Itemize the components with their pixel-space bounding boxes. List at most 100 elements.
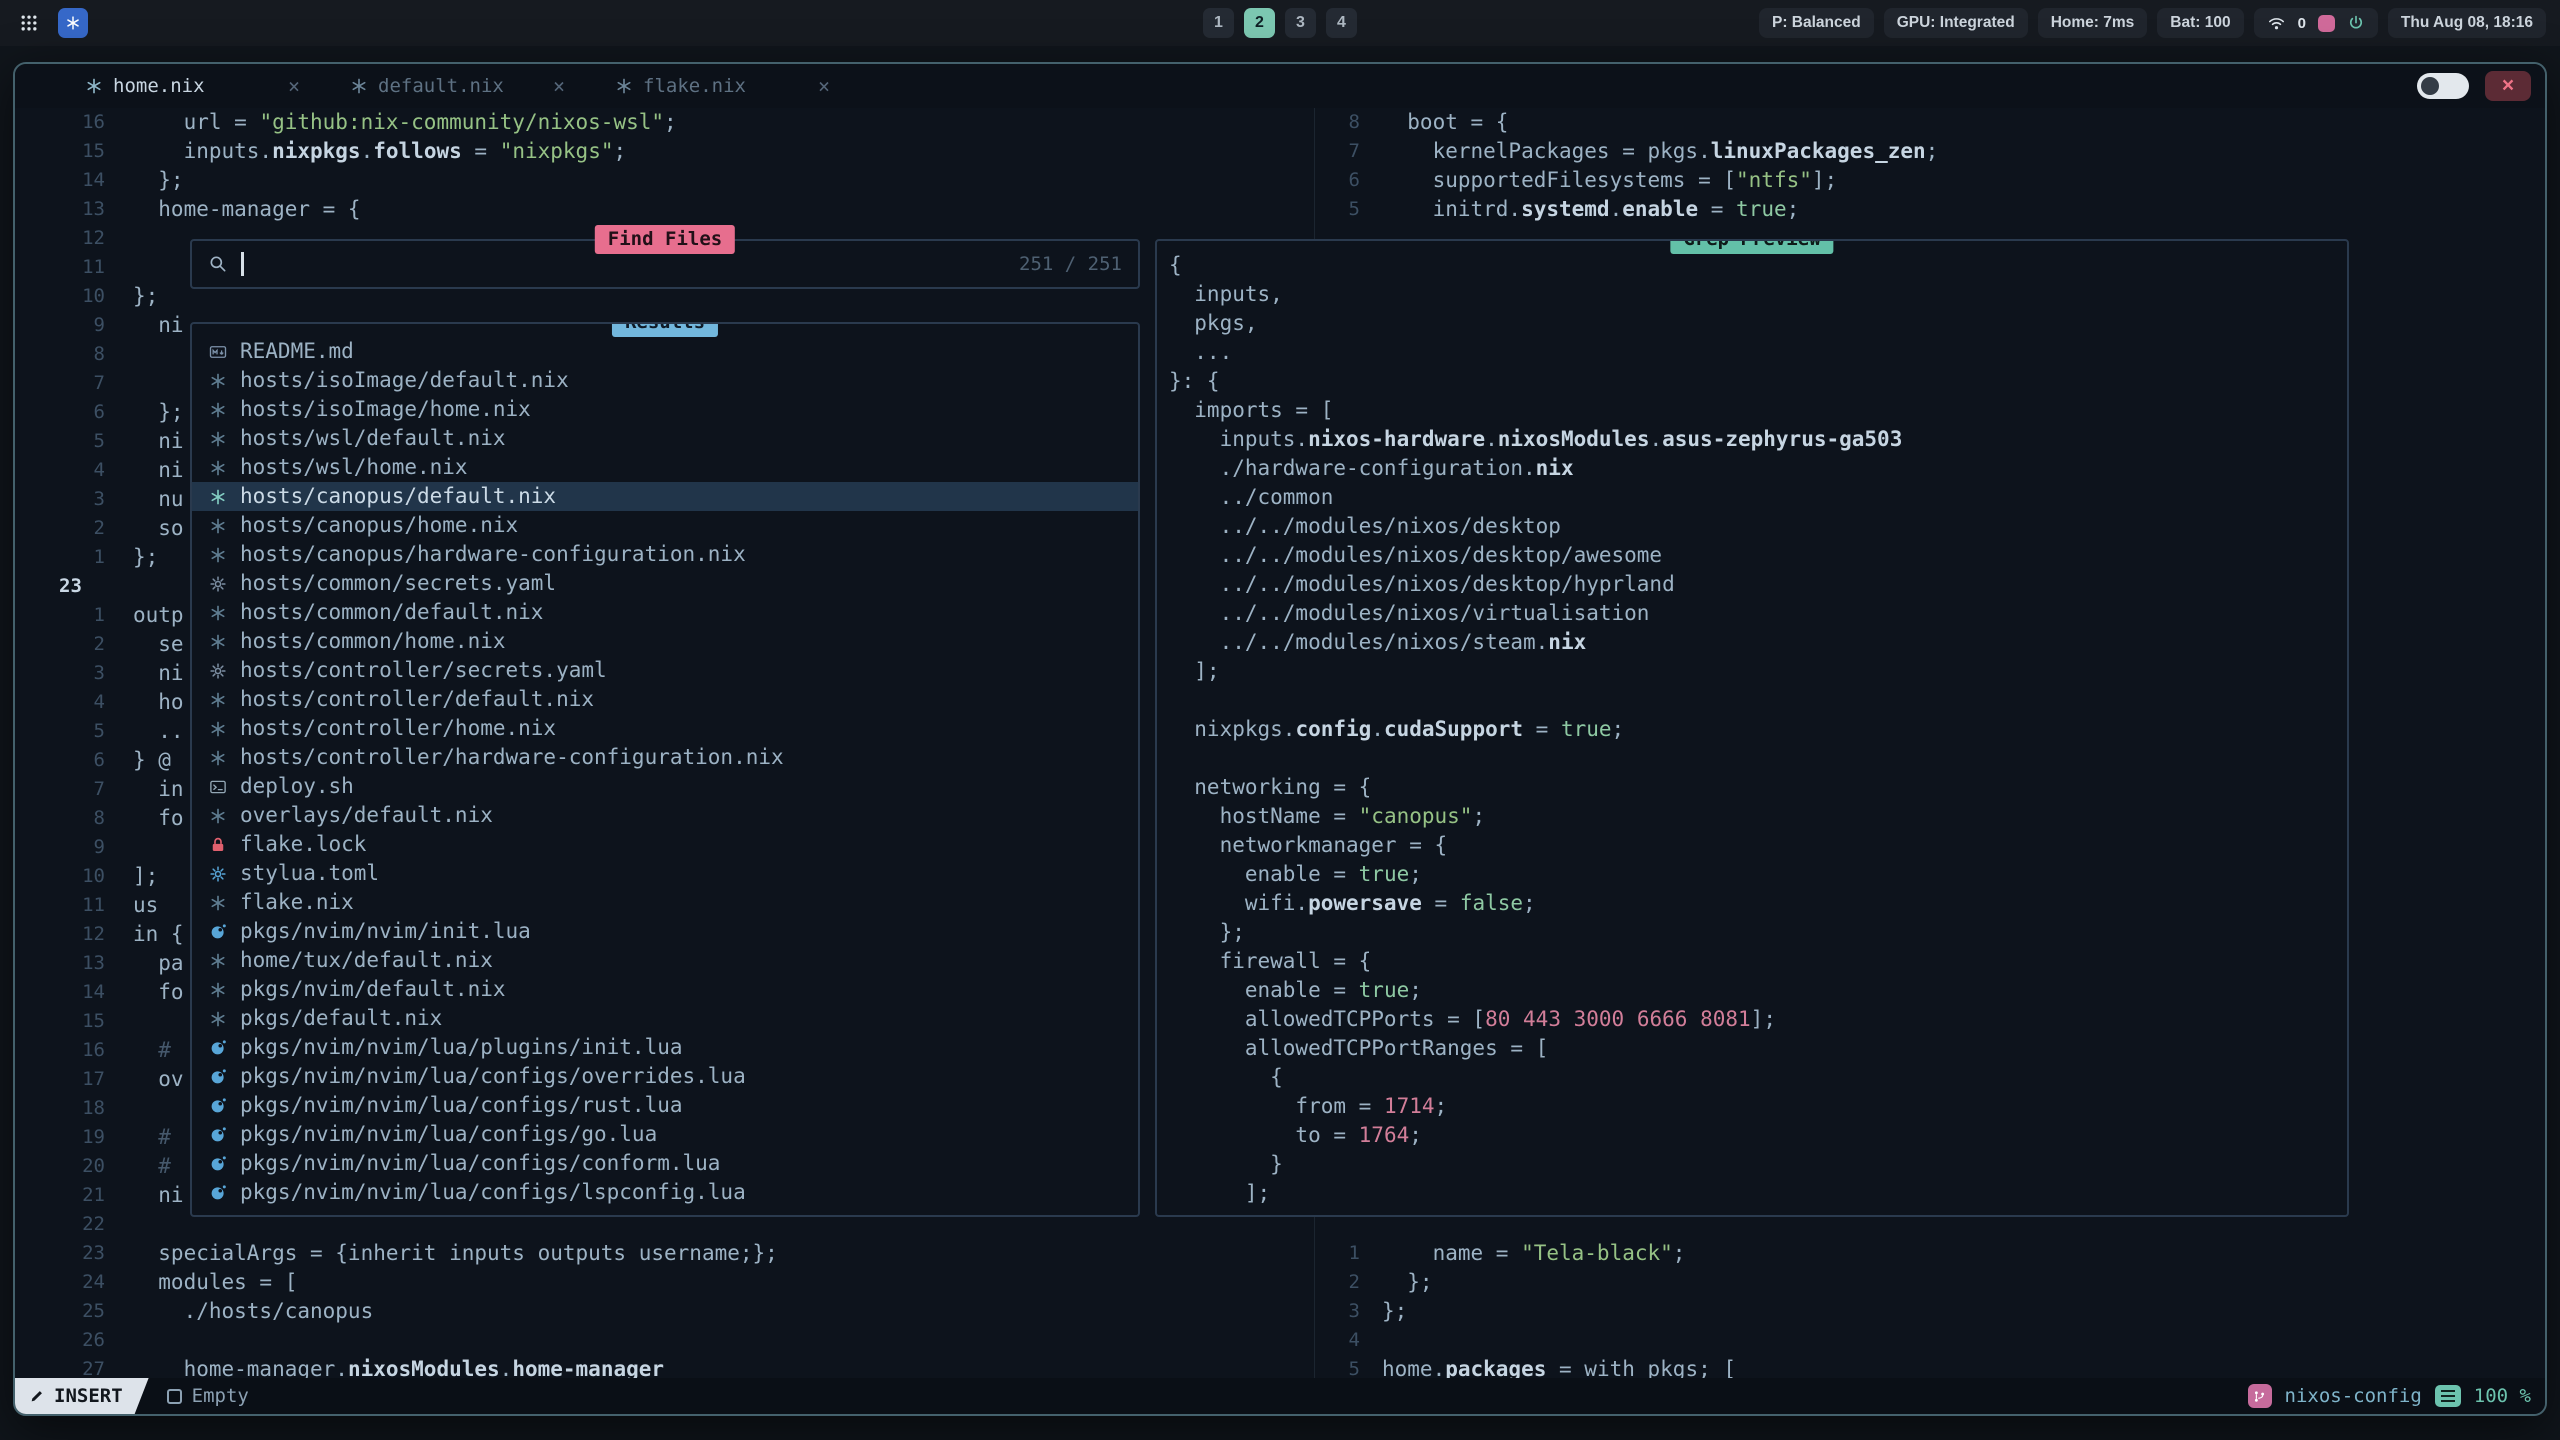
result-item[interactable]: hosts/isoImage/default.nix xyxy=(192,366,1138,395)
lua-file-icon xyxy=(208,1039,228,1057)
editor-window: home.nix×default.nix×flake.nix× × 16 url… xyxy=(13,62,2547,1416)
topbar-left xyxy=(14,8,88,38)
result-item[interactable]: hosts/wsl/default.nix xyxy=(192,424,1138,453)
line-number: 7 xyxy=(15,369,133,398)
code-text: inputs.nixpkgs.follows = "nixpkgs"; xyxy=(133,137,626,166)
preview-line: }; xyxy=(1169,918,2347,947)
result-item[interactable]: hosts/wsl/home.nix xyxy=(192,453,1138,482)
notification-count[interactable]: 0 xyxy=(2298,15,2306,32)
result-item[interactable]: pkgs/nvim/default.nix xyxy=(192,975,1138,1004)
line-number: 23 xyxy=(15,572,133,601)
result-item[interactable]: pkgs/default.nix xyxy=(192,1004,1138,1033)
result-item[interactable]: pkgs/nvim/nvim/lua/plugins/init.lua xyxy=(192,1033,1138,1062)
code-line: 25 ./hosts/canopus xyxy=(15,1297,1315,1326)
workspace-button-4[interactable]: 4 xyxy=(1326,8,1357,38)
tab-flake.nix[interactable]: flake.nix× xyxy=(601,64,866,108)
code-line: 24 modules = [ xyxy=(15,1268,1315,1297)
result-item[interactable]: hosts/common/secrets.yaml xyxy=(192,569,1138,598)
finder-preview: Grep Preview { inputs, pkgs, ...}: { imp… xyxy=(1155,239,2349,1217)
result-item[interactable]: pkgs/nvim/nvim/lua/configs/lspconfig.lua xyxy=(192,1178,1138,1207)
result-item[interactable]: hosts/common/home.nix xyxy=(192,627,1138,656)
result-filename: pkgs/nvim/nvim/lua/plugins/init.lua xyxy=(240,1033,683,1062)
preview-line: ... xyxy=(1169,338,2347,367)
launcher-icon[interactable] xyxy=(58,8,88,38)
result-item[interactable]: flake.lock xyxy=(192,830,1138,859)
code-line: 6 supportedFilesystems = ["ntfs"]; xyxy=(1315,166,2545,195)
result-item[interactable]: hosts/isoImage/home.nix xyxy=(192,395,1138,424)
code-line: 3}; xyxy=(1315,1297,2545,1326)
result-item[interactable]: home/tux/default.nix xyxy=(192,946,1138,975)
line-number: 3 xyxy=(15,485,133,514)
code-text: }; xyxy=(133,166,184,195)
result-filename: hosts/controller/home.nix xyxy=(240,714,556,743)
result-item[interactable]: pkgs/nvim/nvim/lua/configs/go.lua xyxy=(192,1120,1138,1149)
line-number: 15 xyxy=(15,1007,133,1036)
preview-line: to = 1764; xyxy=(1169,1121,2347,1150)
code-text: } @ xyxy=(133,746,171,775)
nix-file-icon xyxy=(208,604,228,622)
result-item[interactable]: overlays/default.nix xyxy=(192,801,1138,830)
toggle-knob xyxy=(2421,77,2439,95)
wifi-icon[interactable] xyxy=(2267,14,2286,33)
result-item[interactable]: hosts/controller/default.nix xyxy=(192,685,1138,714)
lua-file-icon xyxy=(208,1097,228,1115)
result-item[interactable]: stylua.toml xyxy=(192,859,1138,888)
screenshot-icon[interactable] xyxy=(2318,15,2335,32)
finder-prompt[interactable]: Find Files 251 / 251 xyxy=(190,239,1140,289)
result-item[interactable]: hosts/canopus/hardware-configuration.nix xyxy=(192,540,1138,569)
toggle-indicator[interactable] xyxy=(2417,73,2469,99)
result-filename: flake.lock xyxy=(240,830,366,859)
system-tray: 0 xyxy=(2254,8,2378,38)
result-item[interactable]: hosts/controller/secrets.yaml xyxy=(192,656,1138,685)
line-number: 4 xyxy=(1315,1326,1382,1355)
preview-line: allowedTCPPortRanges = [ xyxy=(1169,1034,2347,1063)
result-filename: pkgs/nvim/nvim/lua/configs/rust.lua xyxy=(240,1091,683,1120)
result-item[interactable]: pkgs/nvim/nvim/lua/configs/rust.lua xyxy=(192,1091,1138,1120)
result-item[interactable]: hosts/canopus/home.nix xyxy=(192,511,1138,540)
code-text: home-manager = { xyxy=(133,195,361,224)
line-number: 2 xyxy=(15,514,133,543)
result-item[interactable]: pkgs/nvim/nvim/init.lua xyxy=(192,917,1138,946)
tab-close-icon[interactable]: × xyxy=(288,74,300,98)
nix-file-icon xyxy=(615,77,633,95)
result-item[interactable]: hosts/canopus/default.nix xyxy=(192,482,1138,511)
power-icon[interactable] xyxy=(2347,14,2365,32)
result-item[interactable]: hosts/common/default.nix xyxy=(192,598,1138,627)
code-text: home.packages = with pkgs; [ xyxy=(1382,1355,1736,1378)
tab-default.nix[interactable]: default.nix× xyxy=(336,64,601,108)
nix-file-icon xyxy=(208,807,228,825)
result-item[interactable]: flake.nix xyxy=(192,888,1138,917)
code-text: outp xyxy=(133,601,184,630)
topbar-right: P: Balanced GPU: Integrated Home: 7ms Ba… xyxy=(1759,8,2546,38)
tab-close-icon[interactable]: × xyxy=(818,74,830,98)
result-item[interactable]: README.md xyxy=(192,337,1138,366)
code-text: ov xyxy=(133,1065,184,1094)
tab-close-icon[interactable]: × xyxy=(553,74,565,98)
editor-area: 16 url = "github:nix-community/nixos-wsl… xyxy=(15,108,2545,1378)
workspace-button-2[interactable]: 2 xyxy=(1244,8,1275,38)
result-item[interactable]: hosts/controller/home.nix xyxy=(192,714,1138,743)
workspace-button-3[interactable]: 3 xyxy=(1285,8,1316,38)
result-item[interactable]: pkgs/nvim/nvim/lua/configs/conform.lua xyxy=(192,1149,1138,1178)
finder-results-title: Results xyxy=(612,322,718,337)
code-text: # xyxy=(133,1123,171,1152)
preview-line: nixpkgs.config.cudaSupport = true; xyxy=(1169,715,2347,744)
result-filename: hosts/common/default.nix xyxy=(240,598,543,627)
toml-file-icon xyxy=(208,865,228,883)
code-text: }; xyxy=(133,398,184,427)
result-filename: pkgs/nvim/nvim/lua/configs/go.lua xyxy=(240,1120,657,1149)
workspace-button-1[interactable]: 1 xyxy=(1203,8,1234,38)
code-line: 7 kernelPackages = pkgs.linuxPackages_ze… xyxy=(1315,137,2545,166)
result-item[interactable]: deploy.sh xyxy=(192,772,1138,801)
result-item[interactable]: pkgs/nvim/nvim/lua/configs/overrides.lua xyxy=(192,1062,1138,1091)
code-line: 13 home-manager = { xyxy=(15,195,1315,224)
preview-line xyxy=(1169,686,2347,715)
apps-grid-icon[interactable] xyxy=(14,8,44,38)
tab-home.nix[interactable]: home.nix× xyxy=(71,64,336,108)
preview-line: ./hardware-configuration.nix xyxy=(1169,454,2347,483)
window-close-button[interactable]: × xyxy=(2485,71,2531,101)
nix-file-icon xyxy=(208,488,228,506)
line-number: 4 xyxy=(15,688,133,717)
result-item[interactable]: hosts/controller/hardware-configuration.… xyxy=(192,743,1138,772)
nix-file-icon xyxy=(208,691,228,709)
